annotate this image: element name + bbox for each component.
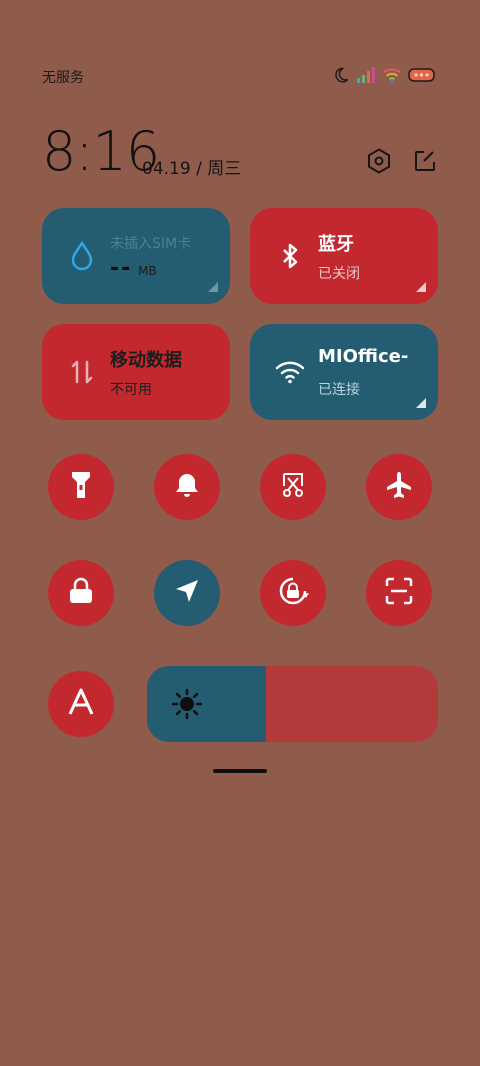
mobile-data-arrows-icon	[66, 356, 98, 388]
wifi-status: 已连接	[318, 382, 360, 398]
edit-button[interactable]	[412, 150, 438, 176]
header-actions	[366, 148, 438, 178]
battery-icon	[408, 68, 436, 82]
expand-corner-icon	[416, 282, 426, 292]
wifi-icon	[274, 356, 306, 388]
auto-brightness-toggle[interactable]	[48, 671, 114, 737]
status-icons	[332, 64, 436, 86]
bluetooth-icon	[274, 240, 306, 272]
water-drop-icon	[66, 240, 98, 272]
expand-corner-icon	[208, 282, 218, 292]
letter-a-icon	[66, 687, 96, 721]
location-toggle[interactable]	[154, 560, 220, 626]
status-bar: 无服务	[0, 0, 480, 110]
brightness-slider[interactable]	[147, 666, 438, 742]
rotation-lock-toggle[interactable]	[260, 560, 326, 626]
date-label: 04.19 / 周三	[142, 159, 242, 179]
brightness-slider-fill	[147, 666, 267, 742]
data-usage-tile[interactable]: 未插入SIM卡 -- MB	[42, 208, 230, 304]
expand-corner-icon	[416, 398, 426, 408]
carrier-label: 无服务	[42, 70, 84, 86]
data-usage-unit: MB	[138, 264, 157, 278]
mobile-data-tile[interactable]: 移动数据 不可用	[42, 324, 230, 420]
data-usage-value: --	[110, 256, 133, 281]
bluetooth-status: 已关闭	[318, 266, 360, 282]
data-usage-title: 未插入SIM卡	[110, 236, 192, 252]
sun-icon	[171, 688, 203, 720]
wifi-title: MIOffice-	[318, 346, 409, 367]
moon-icon	[332, 66, 350, 84]
location-arrow-icon	[173, 577, 201, 609]
mute-toggle[interactable]	[154, 454, 220, 520]
screenshot-toggle[interactable]	[260, 454, 326, 520]
airplane-icon	[384, 470, 414, 504]
clock-row: 8:16 04.19 / 周三	[42, 120, 438, 190]
home-handle[interactable]	[213, 769, 267, 773]
wifi-tile[interactable]: MIOffice- 已连接	[250, 324, 438, 420]
lock-toggle[interactable]	[48, 560, 114, 626]
scissors-icon	[278, 470, 308, 504]
mobile-data-status: 不可用	[110, 382, 152, 398]
airplane-toggle[interactable]	[366, 454, 432, 520]
wifi-icon	[382, 66, 402, 84]
bluetooth-tile[interactable]: 蓝牙 已关闭	[250, 208, 438, 304]
flashlight-toggle[interactable]	[48, 454, 114, 520]
mobile-data-title: 移动数据	[110, 350, 182, 371]
flashlight-icon	[68, 470, 94, 504]
edit-icon	[413, 149, 437, 177]
bluetooth-title: 蓝牙	[318, 234, 354, 255]
signal-icon	[356, 66, 376, 84]
lock-icon	[68, 577, 94, 609]
scan-icon	[384, 576, 414, 610]
settings-button[interactable]	[366, 148, 392, 178]
rotation-lock-icon	[276, 574, 310, 612]
settings-hex-icon	[367, 148, 391, 178]
scanner-toggle[interactable]	[366, 560, 432, 626]
bell-icon	[173, 471, 201, 503]
